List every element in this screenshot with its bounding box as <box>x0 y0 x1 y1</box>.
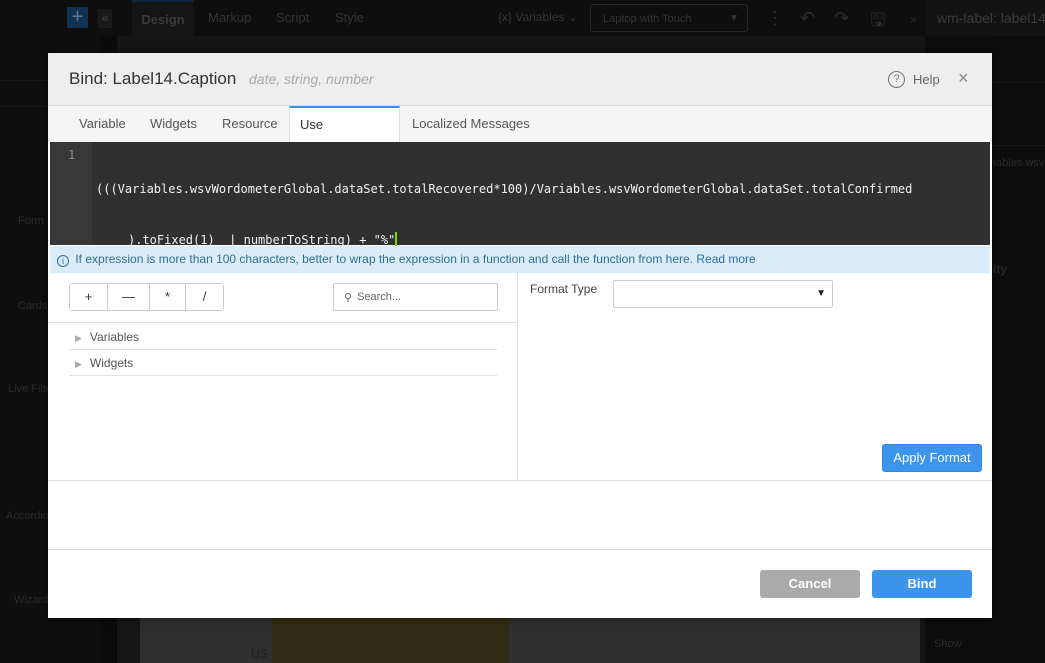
format-type-label: Format Type <box>530 282 598 296</box>
tab-widgets[interactable]: Widgets <box>140 106 207 142</box>
close-icon[interactable]: × <box>958 68 969 89</box>
widget-wizard[interactable]: Wizard <box>14 594 48 606</box>
redo-icon[interactable]: ↷ <box>834 8 849 29</box>
variables-menu[interactable]: {x} Variables ⌄ <box>498 10 578 24</box>
help-button[interactable]: ? Help <box>888 71 940 88</box>
format-pane: Format Type ▼ Apply Format <box>519 273 992 480</box>
dialog-title: Bind: Label14.Caption <box>69 69 237 88</box>
widget-cards[interactable]: Cards <box>18 300 47 312</box>
help-icon: ? <box>888 71 905 88</box>
properties-title: wm-label: label14 <box>925 0 1045 36</box>
tab-resource[interactable]: Resource <box>212 106 288 142</box>
tab-style[interactable]: Style <box>335 0 364 36</box>
dialog-subtitle: date, string, number <box>249 71 374 87</box>
section-title: ity <box>993 262 1008 276</box>
tree-item-widgets[interactable]: ▶ Widgets <box>69 350 497 376</box>
caret-down-icon: ▼ <box>729 13 739 24</box>
code-line: (((Variables.wsvWordometerGlobal.dataSet… <box>96 182 913 196</box>
tab-localized-messages[interactable]: Localized Messages <box>402 106 540 142</box>
multiply-operator-button[interactable]: * <box>150 284 186 310</box>
info-banner: i If expression is more than 100 charact… <box>50 246 990 273</box>
minus-operator-button[interactable]: — <box>108 284 150 310</box>
expand-right-icon[interactable]: » <box>910 12 917 26</box>
property-value: riables.wsv <box>990 157 1045 169</box>
add-page-button[interactable]: + <box>67 7 88 28</box>
chevron-down-icon: ⌄ <box>564 10 578 24</box>
search-input[interactable] <box>357 291 488 303</box>
bind-tabs: Variable Widgets Resource Use Expression… <box>48 106 992 165</box>
tree-item-variables[interactable]: ▶ Variables <box>69 324 497 350</box>
undo-icon[interactable]: ↶ <box>800 8 815 29</box>
widget-form[interactable]: Form <box>18 215 44 227</box>
search-box: ⚲ <box>333 283 498 311</box>
operator-buttons: + — * / <box>69 283 224 311</box>
caret-down-icon: ▼ <box>816 288 826 299</box>
text-cursor <box>395 232 398 246</box>
expand-arrow-icon: ▶ <box>75 333 82 343</box>
tab-use-expression[interactable]: Use Expression <box>289 106 400 165</box>
tab-variable[interactable]: Variable <box>69 106 136 142</box>
property-label: Show <box>934 638 962 650</box>
tab-script[interactable]: Script <box>276 0 309 36</box>
device-select[interactable]: Laptop with Touch ▼ <box>590 4 748 32</box>
plus-operator-button[interactable]: + <box>70 284 108 310</box>
divide-operator-button[interactable]: / <box>186 284 223 310</box>
bind-dialog: Bind: Label14.Caption date, string, numb… <box>48 53 992 618</box>
read-more-link[interactable]: Read more <box>696 252 755 266</box>
line-number: 1 <box>68 148 76 162</box>
divider <box>48 322 518 323</box>
variables-icon: {x} <box>498 10 516 24</box>
collapse-left-icon[interactable]: « <box>98 9 112 28</box>
save-icon[interactable]: 🖫 <box>870 8 885 38</box>
apply-format-button[interactable]: Apply Format <box>882 444 982 472</box>
preview-area <box>48 480 992 550</box>
expression-editor[interactable]: 1 (((Variables.wsvWordometerGlobal.dataS… <box>50 142 990 247</box>
expression-builder-pane: + — * / ⚲ ▶Variables ▶Widgets <box>48 273 518 480</box>
cancel-button[interactable]: Cancel <box>760 570 860 598</box>
tab-markup[interactable]: Markup <box>208 0 251 36</box>
tab-design[interactable]: Design <box>132 0 194 36</box>
info-icon: i <box>57 255 69 267</box>
expand-arrow-icon: ▶ <box>75 359 82 369</box>
more-vertical-icon[interactable]: ⋮ <box>766 8 784 29</box>
chart-category-label: US <box>251 647 268 661</box>
search-icon: ⚲ <box>344 291 353 304</box>
bind-button[interactable]: Bind <box>872 570 972 598</box>
format-type-select[interactable]: ▼ <box>613 280 833 308</box>
